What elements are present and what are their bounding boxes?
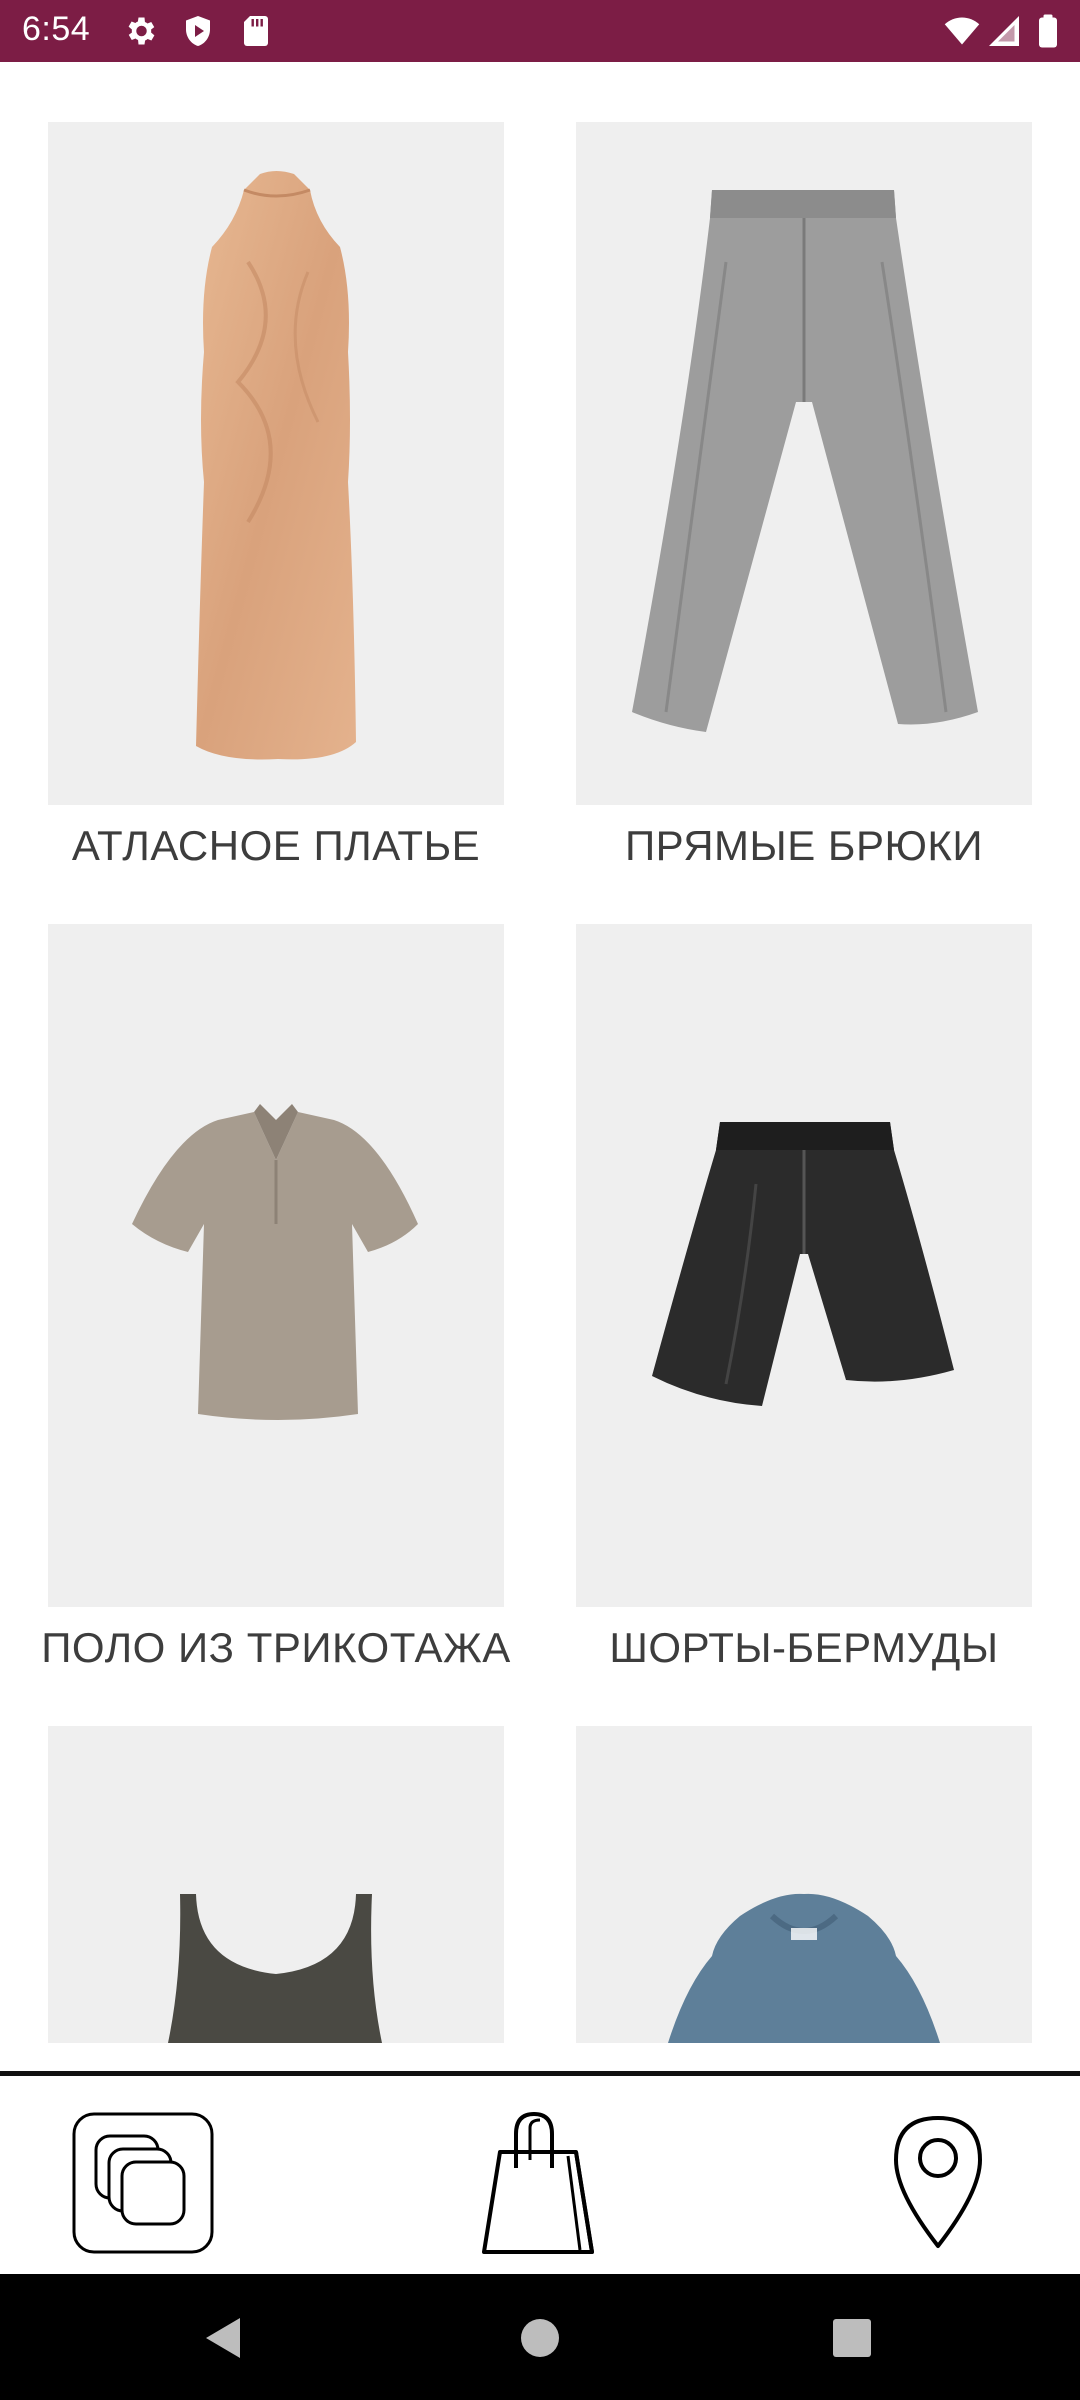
tank-top-image[interactable] xyxy=(48,1726,504,2043)
polo-image[interactable] xyxy=(48,924,504,1607)
product-title[interactable]: ШОРТЫ-БЕРМУДЫ xyxy=(536,1624,1072,1672)
product-title[interactable]: ПОЛО ИЗ ТРИКОТАЖА xyxy=(8,1624,544,1672)
product-title[interactable]: ПРЯМЫЕ БРЮКИ xyxy=(536,822,1072,870)
catalog-icon[interactable] xyxy=(72,2112,214,2254)
status-time: 6:54 xyxy=(22,10,91,48)
hoodie-image[interactable] xyxy=(576,1726,1032,2043)
shorts-illustration xyxy=(652,1122,954,1406)
gear-icon xyxy=(128,17,155,45)
wifi-icon xyxy=(944,17,980,45)
shopping-bag-icon[interactable] xyxy=(480,2110,596,2256)
home-icon[interactable] xyxy=(520,2318,560,2358)
dress-illustration xyxy=(196,171,356,760)
hoodie-illustration xyxy=(668,1893,940,2043)
product-grid[interactable]: АТЛАСНОЕ ПЛАТЬЕ ПРЯМЫЕ БРЮКИ ПОЛО ИЗ ТРИ… xyxy=(0,62,1080,2074)
shield-play-icon xyxy=(186,16,210,46)
status-bar: 6:54 xyxy=(0,0,1080,62)
back-icon[interactable] xyxy=(204,2316,244,2360)
tank-top-illustration xyxy=(168,1894,382,2043)
dress-image[interactable] xyxy=(48,122,504,805)
cell-signal-icon xyxy=(989,16,1019,46)
sd-card-icon xyxy=(244,16,268,46)
trousers-image[interactable] xyxy=(576,122,1032,805)
shorts-image[interactable] xyxy=(576,924,1032,1607)
system-nav-bar xyxy=(0,2274,1080,2400)
recents-icon[interactable] xyxy=(832,2318,872,2358)
product-title[interactable]: АТЛАСНОЕ ПЛАТЬЕ xyxy=(8,822,544,870)
polo-illustration xyxy=(132,1104,418,1420)
trousers-illustration xyxy=(632,190,978,732)
location-pin-icon[interactable] xyxy=(890,2112,986,2250)
bottom-nav xyxy=(0,2076,1080,2274)
battery-icon xyxy=(1039,14,1057,48)
